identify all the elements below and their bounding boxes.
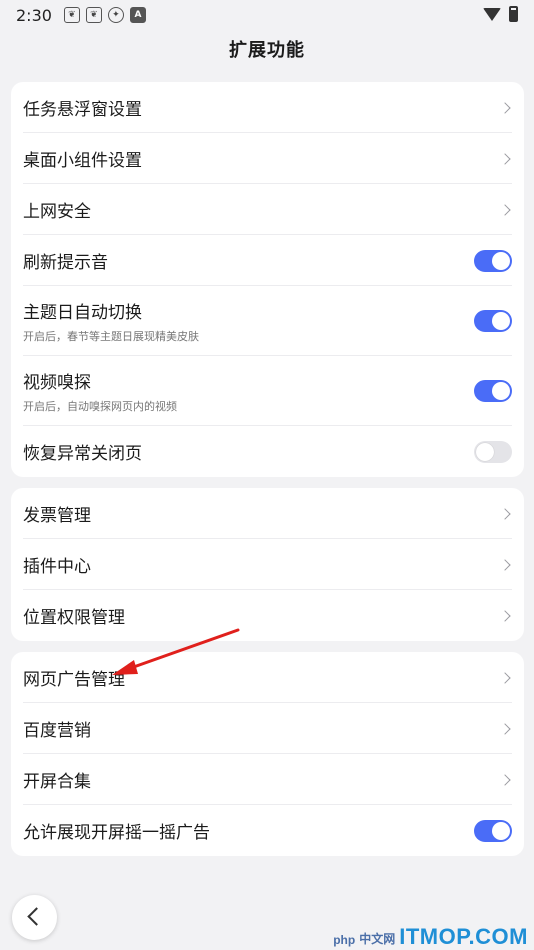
- setting-restore-closed-pages: 恢复异常关闭页: [11, 426, 524, 477]
- settings-group-general: 任务悬浮窗设置 桌面小组件设置 上网安全 刷新提示音 主题日自动切换 开启后，春…: [11, 82, 524, 477]
- wifi-icon: [483, 7, 501, 21]
- setting-description: 开启后，自动嗅探网页内的视频: [23, 400, 177, 413]
- chevron-right-icon: [499, 152, 511, 165]
- restore-pages-toggle[interactable]: [474, 440, 512, 463]
- status-bar: 2:30 ❦ ❦ ✦ A: [0, 0, 534, 30]
- a-icon: A: [129, 7, 146, 23]
- status-system-icons: [483, 6, 518, 22]
- chevron-right-icon: [499, 203, 511, 216]
- settings-group-management: 发票管理 插件中心 位置权限管理: [11, 488, 524, 641]
- aperture-icon: ✦: [107, 7, 124, 23]
- setting-label: 视频嗅探: [23, 373, 91, 393]
- setting-label: 位置权限管理: [23, 608, 125, 628]
- status-time: 2:30: [16, 5, 52, 25]
- setting-label: 插件中心: [23, 557, 91, 577]
- shake-ads-toggle[interactable]: [474, 819, 512, 842]
- paw-icon: ❦: [85, 7, 102, 23]
- setting-web-security[interactable]: 上网安全: [11, 184, 524, 235]
- setting-label: 百度营销: [23, 721, 91, 741]
- back-arrow-icon: [27, 907, 46, 926]
- page-title: 扩展功能: [229, 40, 305, 61]
- paw-icon: ❦: [63, 7, 80, 23]
- theme-day-toggle[interactable]: [474, 310, 512, 332]
- setting-plugin-center[interactable]: 插件中心: [11, 539, 524, 590]
- video-sniff-toggle[interactable]: [474, 380, 512, 402]
- setting-label: 任务悬浮窗设置: [23, 100, 142, 120]
- setting-location-permission[interactable]: 位置权限管理: [11, 590, 524, 641]
- chevron-right-icon: [499, 558, 511, 571]
- setting-label: 开屏合集: [23, 772, 91, 792]
- setting-splash-collection[interactable]: 开屏合集: [11, 754, 524, 805]
- watermark-cn: 中文网: [359, 932, 396, 946]
- setting-floating-window[interactable]: 任务悬浮窗设置: [11, 82, 524, 133]
- chevron-right-icon: [499, 671, 511, 684]
- setting-web-ad-management[interactable]: 网页广告管理: [11, 652, 524, 703]
- setting-label: 刷新提示音: [23, 253, 108, 273]
- setting-label: 网页广告管理: [23, 670, 125, 690]
- setting-invoice-management[interactable]: 发票管理: [11, 488, 524, 539]
- status-notification-icons: ❦ ❦ ✦ A: [63, 7, 146, 23]
- setting-theme-day-switch: 主题日自动切换 开启后，春节等主题日展现精美皮肤: [11, 286, 524, 356]
- setting-label: 上网安全: [23, 202, 91, 222]
- setting-baidu-marketing[interactable]: 百度营销: [11, 703, 524, 754]
- setting-label: 恢复异常关闭页: [23, 444, 142, 464]
- setting-label: 主题日自动切换: [23, 303, 142, 323]
- setting-label: 桌面小组件设置: [23, 151, 142, 171]
- chevron-right-icon: [499, 507, 511, 520]
- settings-group-ads: 网页广告管理 百度营销 开屏合集 允许展现开屏摇一摇广告: [11, 652, 524, 856]
- refresh-sound-toggle[interactable]: [474, 249, 512, 272]
- watermark-brand: ITMOP.COM: [399, 924, 528, 949]
- chevron-right-icon: [499, 722, 511, 735]
- setting-desktop-widget[interactable]: 桌面小组件设置: [11, 133, 524, 184]
- setting-label: 发票管理: [23, 506, 91, 526]
- setting-description: 开启后，春节等主题日展现精美皮肤: [23, 330, 199, 343]
- chevron-right-icon: [499, 609, 511, 622]
- watermark-php: php: [333, 933, 356, 947]
- chevron-right-icon: [499, 101, 511, 114]
- watermark: php 中文网 ITMOP.COM: [333, 914, 528, 950]
- setting-shake-splash-ads: 允许展现开屏摇一摇广告: [11, 805, 524, 856]
- setting-refresh-sound: 刷新提示音: [11, 235, 524, 286]
- battery-icon: [509, 6, 518, 22]
- back-button[interactable]: [12, 895, 57, 940]
- setting-label: 允许展现开屏摇一摇广告: [23, 823, 210, 843]
- chevron-right-icon: [499, 773, 511, 786]
- setting-video-sniff: 视频嗅探 开启后，自动嗅探网页内的视频: [11, 356, 524, 426]
